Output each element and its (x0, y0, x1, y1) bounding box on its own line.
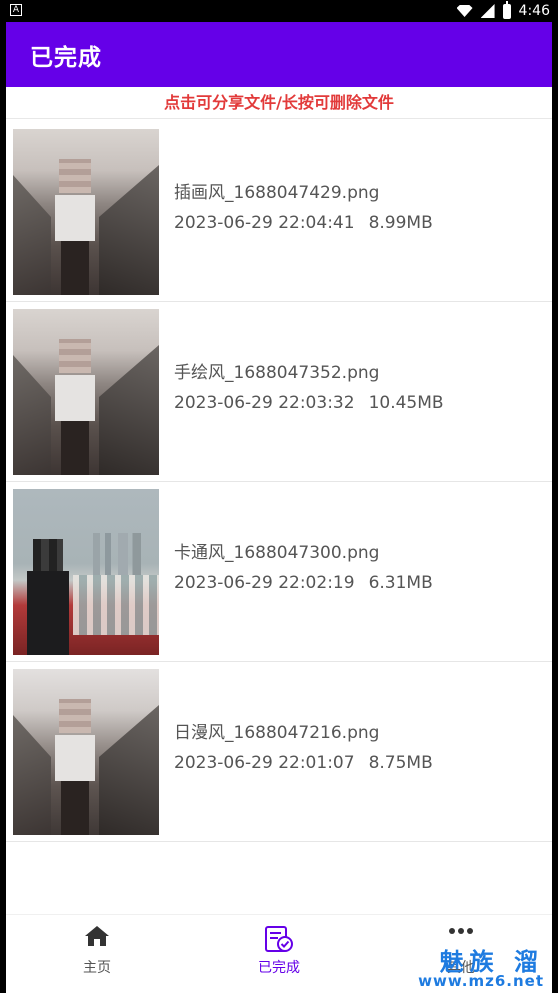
battery-icon (502, 0, 511, 19)
nav-item-home[interactable]: 主页 (6, 915, 188, 993)
file-size: 8.99MB (368, 213, 433, 233)
file-thumbnail (13, 129, 159, 295)
page-title: 已完成 (30, 45, 102, 71)
file-meta: 2023-06-29 22:01:07 8.75MB (174, 753, 433, 773)
top-app-bar: 已完成 (6, 22, 552, 87)
file-datetime: 2023-06-29 22:03:32 (174, 393, 355, 413)
file-datetime: 2023-06-29 22:01:07 (174, 753, 355, 773)
site-watermark: 魅族 溜 www.mz6.net (400, 940, 550, 992)
clock: 4:46 (518, 3, 550, 19)
watermark-site: www.mz6.net (418, 972, 544, 990)
file-thumbnail (13, 489, 159, 655)
wifi-icon (456, 5, 473, 17)
file-meta: 2023-06-29 22:04:41 8.99MB (174, 213, 433, 233)
more-icon (449, 928, 473, 934)
file-size: 6.31MB (368, 573, 433, 593)
completed-list-icon (265, 926, 293, 952)
status-bar: A 4:46 (0, 0, 558, 22)
nav-item-completed[interactable]: 已完成 (188, 915, 370, 993)
file-size: 10.45MB (368, 393, 444, 413)
nav-label-home: 主页 (83, 960, 111, 976)
list-item[interactable]: 手绘风_1688047352.png 2023-06-29 22:03:32 10… (6, 302, 552, 482)
file-name: 手绘风_1688047352.png (174, 363, 380, 383)
hint-text: 点击可分享文件/长按可删除文件 (6, 87, 552, 119)
nav-label-completed: 已完成 (258, 960, 300, 976)
file-name: 插画风_1688047429.png (174, 183, 380, 203)
list-item[interactable]: 日漫风_1688047216.png 2023-06-29 22:01:07 8.… (6, 662, 552, 842)
file-list: 插画风_1688047429.png 2023-06-29 22:04:41 8.… (6, 122, 552, 842)
home-icon (85, 926, 109, 946)
app-window: 已完成 点击可分享文件/长按可删除文件 插画风_1688047429.png 2… (6, 22, 552, 993)
file-meta: 2023-06-29 22:03:32 10.45MB (174, 393, 444, 413)
file-datetime: 2023-06-29 22:04:41 (174, 213, 355, 233)
file-thumbnail (13, 669, 159, 835)
file-datetime: 2023-06-29 22:02:19 (174, 573, 355, 593)
signal-icon (480, 4, 495, 18)
list-item[interactable]: 插画风_1688047429.png 2023-06-29 22:04:41 8.… (6, 122, 552, 302)
file-size: 8.75MB (368, 753, 433, 773)
file-thumbnail (13, 309, 159, 475)
list-item[interactable]: 卡通风_1688047300.png 2023-06-29 22:02:19 6.… (6, 482, 552, 662)
file-name: 日漫风_1688047216.png (174, 723, 380, 743)
notification-badge: A (10, 4, 22, 16)
file-meta: 2023-06-29 22:02:19 6.31MB (174, 573, 433, 593)
file-name: 卡通风_1688047300.png (174, 543, 380, 563)
